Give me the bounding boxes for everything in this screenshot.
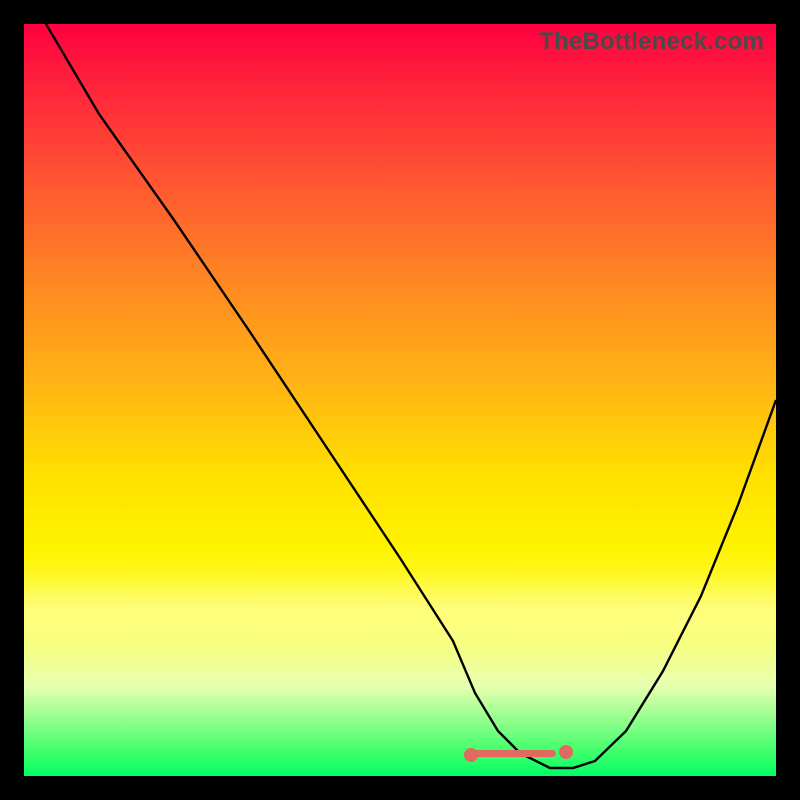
bottleneck-curve (46, 24, 776, 768)
chart-frame: TheBottleneck.com (0, 0, 800, 800)
watermark-text: TheBottleneck.com (539, 28, 764, 56)
curve-layer (24, 24, 776, 776)
plot-area: TheBottleneck.com (24, 24, 776, 776)
